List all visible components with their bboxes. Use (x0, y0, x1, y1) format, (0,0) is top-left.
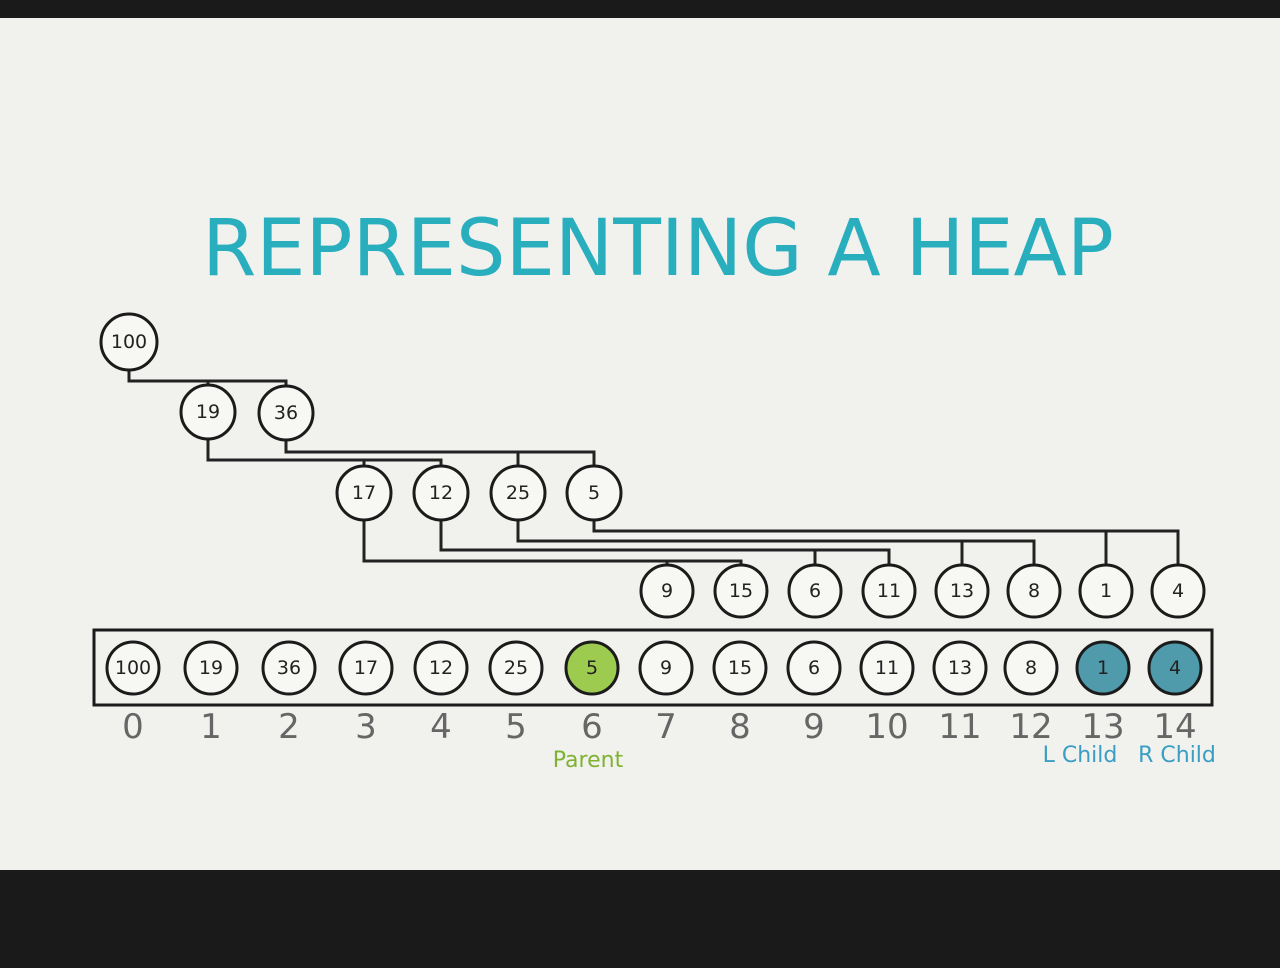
heap-diagram: REPRESENTING A HEAP 10019 3617 12 25 59 15 6 11… (0, 18, 1280, 870)
tree-node-value: 5 (588, 482, 600, 504)
array-cell: 36 (261, 640, 317, 696)
array-cell-value: 19 (199, 657, 223, 679)
tree-node-value: 9 (661, 580, 673, 602)
array-cell: 15 (712, 640, 768, 696)
tree-node: 12 (412, 464, 470, 522)
array-index: 11 (938, 707, 981, 747)
array-cell-value: 1 (1097, 657, 1109, 679)
tree-node: 13 (934, 563, 990, 619)
tree-node: 17 (335, 464, 393, 522)
array-cell-value: 5 (586, 657, 598, 679)
array-cell: 8 (1003, 640, 1059, 696)
tree-node: 11 (861, 563, 917, 619)
slide: REPRESENTING A HEAP 100 19 36 17 12 25 5 9 15 6 11… (0, 0, 1280, 964)
tree-node-value: 25 (506, 482, 530, 504)
array-index: 6 (581, 707, 603, 747)
array-index: 8 (729, 707, 751, 747)
array-cell-value: 15 (728, 657, 752, 679)
array-cell: 12 (413, 640, 469, 696)
array-cell: 6 (786, 640, 842, 696)
tree-node-value: 100 (111, 331, 147, 353)
array-index: 1 (200, 707, 222, 747)
array-index: 7 (655, 707, 677, 747)
tree-node-value: 1 (1100, 580, 1112, 602)
left-child-label: L Child (1043, 743, 1118, 768)
array-cell-child: 4 (1147, 640, 1203, 696)
array-index: 10 (865, 707, 908, 747)
tree-node-value: 8 (1028, 580, 1040, 602)
array-index: 12 (1009, 707, 1052, 747)
array-cell-value: 4 (1169, 657, 1181, 679)
array-cell: 25 (488, 640, 544, 696)
tree-node-value: 12 (429, 482, 453, 504)
tree-node-value: 19 (196, 401, 220, 423)
array-index: 2 (278, 707, 300, 747)
array-index: 0 (122, 707, 144, 747)
tree-node: 36 (257, 384, 315, 442)
array-cell-value: 12 (429, 657, 453, 679)
array-cells: 100 19 36 17 12 25 5 9 15 6 11 13 8 1 4 (105, 640, 1203, 696)
slide-title: REPRESENTING A HEAP (202, 204, 1114, 294)
array-cell-value: 9 (660, 657, 672, 679)
tree-node-value: 17 (352, 482, 376, 504)
tree-node: 25 (489, 464, 547, 522)
tree-node-value: 15 (729, 580, 753, 602)
array-cell-value: 25 (504, 657, 528, 679)
array-index: 13 (1081, 707, 1124, 747)
array-cell-child: 1 (1075, 640, 1131, 696)
array-index: 3 (355, 707, 377, 747)
array-cell-value: 36 (277, 657, 301, 679)
array-cell: 9 (638, 640, 694, 696)
tree-node: 5 (565, 464, 623, 522)
parent-label: Parent (553, 748, 624, 773)
tree-node-value: 4 (1172, 580, 1184, 602)
tree-node: 100 (99, 312, 159, 372)
array-index: 9 (803, 707, 825, 747)
array-cell-parent: 5 (564, 640, 620, 696)
tree-node: 8 (1006, 563, 1062, 619)
array-cell-value: 8 (1025, 657, 1037, 679)
tree-node: 15 (713, 563, 769, 619)
array-cell-value: 100 (115, 657, 151, 679)
array-index: 5 (505, 707, 527, 747)
tree-node: 1 (1078, 563, 1134, 619)
array-cell: 19 (183, 640, 239, 696)
array-cell: 11 (859, 640, 915, 696)
array-cell: 17 (338, 640, 394, 696)
array-cell-value: 13 (948, 657, 972, 679)
array-cell-value: 17 (354, 657, 378, 679)
tree-node: 19 (179, 383, 237, 441)
tree-node: 4 (1150, 563, 1206, 619)
tree-node-value: 6 (809, 580, 821, 602)
right-child-label: R Child (1138, 743, 1216, 768)
array-index: 14 (1153, 707, 1196, 747)
array-index: 4 (430, 707, 452, 747)
array-cell-value: 6 (808, 657, 820, 679)
tree-node: 6 (787, 563, 843, 619)
tree-node: 9 (639, 563, 695, 619)
tree-node-value: 13 (950, 580, 974, 602)
array-cell-value: 11 (875, 657, 899, 679)
array-cell: 13 (932, 640, 988, 696)
tree-node-value: 11 (877, 580, 901, 602)
array-indices: 0 1 2 3 4 5 6 7 8 9 10 11 12 13 14 (122, 707, 1196, 747)
array-cell: 100 (105, 640, 161, 696)
tree-node-value: 36 (274, 402, 298, 424)
